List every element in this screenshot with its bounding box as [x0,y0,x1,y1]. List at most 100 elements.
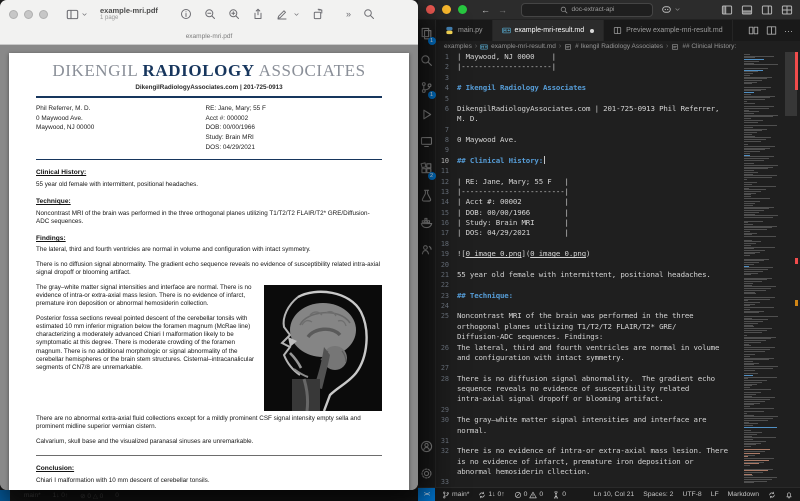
image-link[interactable]: 0_image_0.png [530,249,586,258]
info-icon[interactable] [180,8,192,20]
notifications[interactable] [785,491,793,499]
breadcrumb-item[interactable]: ## Clinical History: [682,43,736,50]
activity-testing[interactable] [418,182,436,209]
zoom-out-icon[interactable] [204,8,216,20]
minimap-line [744,274,751,275]
activity-extensions[interactable]: 2 [418,155,436,182]
activity-source-control[interactable]: 1 [418,74,436,101]
eol[interactable]: LF [711,491,719,498]
line-text[interactable]: intra-axial signal dropoff or blooming a… [457,394,663,404]
line-text[interactable]: Diffusion-ADC sequences. Findings: [457,332,603,342]
line-text[interactable]: There is no evidence of intra-or extra-a… [457,446,728,456]
command-center-search[interactable]: doc-extract-api [521,3,653,17]
toggle-secondary-sidebar-icon[interactable] [761,4,773,16]
line-text[interactable]: | DOS: 04/29/2021 | [457,228,569,238]
line-text[interactable]: and configuration with intact symmetry. [457,353,625,363]
line-text[interactable]: | Maywood, NJ 0000 | [457,52,556,62]
line-text[interactable]: 0 Maywood Ave. [457,135,517,145]
document-area[interactable]: DIKENGIL RADIOLOGY ASSOCIATES DikengilRa… [0,46,418,490]
activity-run-debug[interactable] [418,101,436,128]
line-text[interactable]: M. D. [457,114,479,124]
activity-account[interactable] [418,433,436,460]
sidebar-toggle-button[interactable] [66,8,88,21]
cursor-position[interactable]: Ln 10, Col 21 [594,491,634,498]
remote-indicator[interactable]: >< [418,488,435,501]
activity-explorer[interactable]: 1 [418,20,436,47]
problems-status[interactable]: 00 [514,491,544,499]
line-text[interactable]: | Acct #: 00002 | [457,197,569,207]
diff-icon[interactable] [748,25,759,36]
breadcrumb-item[interactable]: # Ikengil Radiology Associates [575,43,663,50]
back-arrow-icon[interactable]: ← [481,5,490,15]
line-number [436,467,449,477]
line-text[interactable]: |------------------------| [457,187,569,197]
line-text[interactable]: The gray–white matter signal intensities… [457,415,706,425]
feedback[interactable] [768,491,776,499]
close-button[interactable] [426,5,435,14]
copilot-button[interactable] [661,4,681,15]
branch-status[interactable]: main* [442,491,469,499]
forward-arrow-icon[interactable]: → [498,5,507,15]
rotate-icon[interactable] [312,8,324,20]
minimap-line [744,411,764,412]
mri-brain-image [264,285,382,411]
line-text[interactable]: orthogonal planes utilizing T1/T2/T2 FLA… [457,322,676,332]
minimap-line [744,446,751,447]
referrer-info: Phil Referrer, M. D.0 Maywood Ave.Maywoo… [36,104,206,153]
activity-docker[interactable] [418,209,436,236]
breadcrumb-item[interactable]: example-mri-result.md [491,43,556,50]
minimize-button[interactable] [442,5,451,14]
language-mode[interactable]: Markdown [728,491,759,498]
minimize-button[interactable] [24,10,33,19]
line-text[interactable]: Noncontrast MRI of the brain was perform… [457,311,693,321]
line-text[interactable]: | DOB: 00/00/1966 | [457,208,569,218]
tab-example-mri-result-md[interactable]: example-mri-result.md [493,20,605,41]
line-text[interactable]: | Study: Brain MRI | [457,218,569,228]
indentation[interactable]: Spaces: 2 [643,491,673,498]
split-editor-icon[interactable] [766,25,777,36]
chevron-down-icon[interactable] [293,11,300,18]
line-text[interactable]: ## Technique: [457,291,513,301]
maximize-button[interactable] [458,5,467,14]
tab-preview-example-mri-result-md[interactable]: Preview example-mri-result.md [604,20,732,41]
line-text[interactable]: normal. [457,426,487,436]
line-text[interactable]: 55 year old female with intermittent, po… [457,270,711,280]
tab-main-py[interactable]: main.py [436,20,493,41]
activity-live-share[interactable] [418,236,436,263]
toggle-sidebar-icon[interactable] [721,4,733,16]
preview-page-count: 1 page [100,15,158,22]
search-icon[interactable] [363,8,375,20]
line-text[interactable]: The lateral, third and fourth ventricles… [457,343,719,353]
breadcrumb[interactable]: examples›example-mri-result.md›# Ikengil… [436,41,800,52]
activity-search[interactable] [418,47,436,74]
editor[interactable]: 1| Maywood, NJ 0000 |2|-----------------… [436,52,800,487]
share-icon[interactable] [252,8,264,20]
line-text[interactable]: | RE: Jane, Mary; 55 F | [457,177,569,187]
line-text[interactable]: |---------------------| [457,62,556,72]
activity-settings[interactable] [418,460,436,487]
toggle-panel-icon[interactable] [741,4,753,16]
scrollbar[interactable] [784,52,798,487]
ports-status[interactable]: 0 [552,491,566,499]
line-text[interactable]: # Ikengil Radiology Associates [457,83,586,93]
minimap[interactable] [744,52,784,487]
line-text[interactable]: abnormal hemosiderin cllection. [457,467,590,477]
encoding[interactable]: UTF-8 [682,491,701,498]
line-text[interactable]: ## Clinical History: [457,156,543,166]
line-text[interactable]: DikengilRadiologyAssociates.com | 201-72… [457,104,719,114]
line-text[interactable]: There is no diffusion signal abnormality… [457,374,715,384]
markup-icon[interactable] [276,8,288,20]
zoom-in-icon[interactable] [228,8,240,20]
markdown-icon [480,43,488,51]
line-text[interactable]: sequence reveals no evidence of suscepti… [457,384,689,394]
line-text[interactable]: ![0_image_0.png](0_image_0.png) [457,249,590,259]
activity-remote-explorer[interactable] [418,128,436,155]
close-button[interactable] [9,10,18,19]
image-link[interactable]: 0_image_0.png [466,249,522,258]
line-text[interactable]: is no evidence of infarct, premature iro… [457,457,693,467]
breadcrumb-item[interactable]: examples [444,43,472,50]
maximize-button[interactable] [39,10,48,19]
minimap-line [744,255,750,256]
customize-layout-icon[interactable] [781,4,793,16]
sync-status[interactable]: 1↓ 0↑ [478,491,504,499]
